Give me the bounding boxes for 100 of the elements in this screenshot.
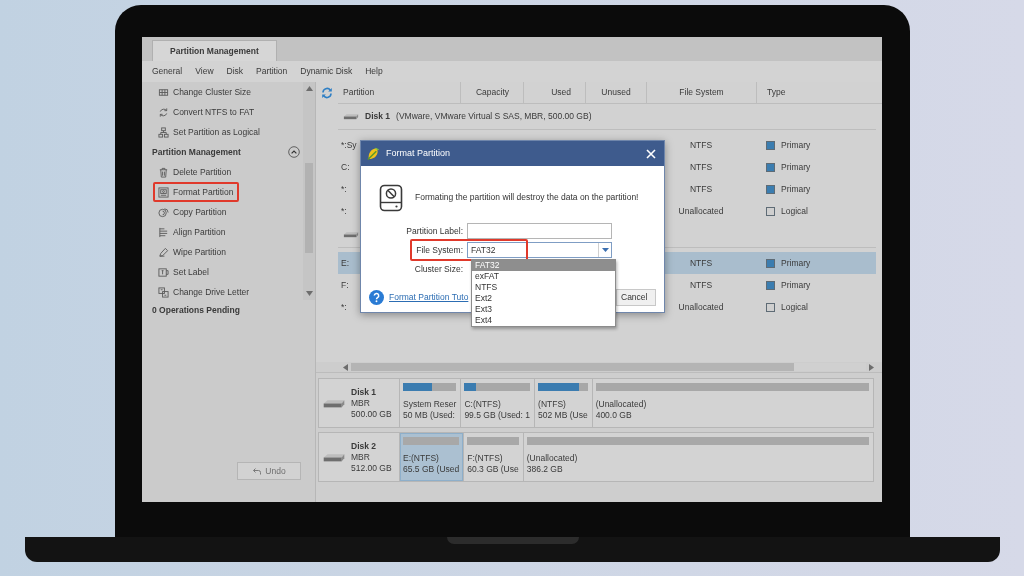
scroll-left-icon <box>343 363 348 371</box>
grid-icon <box>158 86 169 98</box>
file-system-cell: NTFS <box>689 279 713 291</box>
partition-block[interactable]: F:(NTFS) 60.3 GB (Use <box>463 433 523 481</box>
column-header[interactable]: Used <box>523 82 585 103</box>
operations-pending-text: 0 Operations Pending <box>151 303 240 317</box>
menu-item[interactable]: Partition <box>256 66 288 77</box>
column-header[interactable]: Capacity <box>460 82 523 103</box>
file-system-cell: NTFS <box>689 257 713 269</box>
dropdown-option[interactable]: Ext3 <box>472 304 615 315</box>
partition-type: Primary <box>781 183 811 195</box>
partition-type: Primary <box>781 161 811 173</box>
dialog-title: Format Partition <box>386 148 451 159</box>
trash-icon <box>158 166 169 178</box>
scroll-right-icon <box>869 363 874 371</box>
field-label: Partition Label: <box>406 225 463 237</box>
scroll-down-icon <box>305 291 313 296</box>
sidebar-item[interactable]: Format Partition <box>153 182 240 202</box>
cycle-arrows-icon <box>158 106 169 118</box>
partition-label: E:(NTFS) <box>403 453 439 464</box>
partition-label-field[interactable] <box>467 223 612 239</box>
dropdown-option[interactable]: Ext2 <box>472 293 615 304</box>
sidebar-item[interactable]: Change Cluster Size <box>153 82 257 102</box>
close-icon <box>646 148 656 159</box>
overlapping-squares-icon <box>158 286 169 298</box>
cancel-button[interactable]: Cancel <box>616 289 656 306</box>
partition-detail: 386.2 GB <box>526 464 563 475</box>
partition-label: System Reser <box>403 399 457 410</box>
partition-block[interactable]: C:(NTFS) 99.5 GB (Used: 1 <box>460 379 535 427</box>
partition-name: F: <box>341 279 349 291</box>
dropdown-option[interactable]: NTFS <box>472 282 615 293</box>
disk-drive-icon <box>321 398 347 408</box>
menu-item[interactable]: Dynamic Disk <box>300 66 353 77</box>
disk-size: 500.00 GB <box>351 408 392 420</box>
disk-name: Disk 1 <box>351 386 377 398</box>
partition-name: E: <box>341 257 350 269</box>
column-header[interactable]: File System <box>646 82 756 103</box>
disk-scheme: MBR <box>351 397 370 409</box>
sidebar-item[interactable]: Convert NTFS to FAT <box>153 102 261 122</box>
usage-bar <box>403 437 460 445</box>
partition-block[interactable]: (Unallocated) 400.0 GB <box>591 379 873 427</box>
partition-label: F:(NTFS) <box>467 453 503 464</box>
partition-detail: 400.0 GB <box>595 410 632 421</box>
sidebar-item[interactable]: Set Label <box>153 262 215 282</box>
menu-item[interactable]: Disk <box>226 66 244 77</box>
vertical-scrollbar[interactable] <box>303 82 315 300</box>
partition-label: (Unallocated) <box>595 399 647 410</box>
disk-size: 512.00 GB <box>351 462 392 474</box>
partition-detail: 60.3 GB (Use <box>467 464 519 475</box>
partition-type: Primary <box>781 279 811 291</box>
disk-drive-icon <box>321 452 347 462</box>
section-header[interactable]: Partition Management <box>152 143 300 161</box>
partition-type: Primary <box>781 139 811 151</box>
partition-detail: 99.5 GB (Used: 1 <box>464 410 531 421</box>
menu-item[interactable]: General <box>152 66 183 77</box>
disk-name: Disk 1 <box>365 111 391 122</box>
dropdown-option[interactable]: exFAT <box>472 271 615 282</box>
hierarchy-icon <box>158 126 169 138</box>
partition-name: *: <box>341 205 347 217</box>
column-header[interactable]: Partition <box>338 82 460 103</box>
partition-label: C:(NTFS) <box>464 399 501 410</box>
disk-scheme: MBR <box>351 451 370 463</box>
partition-type: Primary <box>781 257 811 269</box>
column-header[interactable]: Type <box>756 82 882 103</box>
disk-name: Disk 2 <box>351 440 377 452</box>
scrollbar-thumb[interactable] <box>351 363 794 371</box>
sidebar-item[interactable]: Delete Partition <box>153 162 238 182</box>
partition-name: C: <box>341 161 350 173</box>
drive-prohibited-icon <box>379 183 403 212</box>
partition-block[interactable]: (NTFS) 502 MB (Use <box>534 379 592 427</box>
usage-bar <box>467 437 519 445</box>
undo-arrow-icon <box>252 467 262 475</box>
leaf-icon <box>366 146 381 161</box>
sidebar-item[interactable]: Change Drive Letter <box>153 282 256 302</box>
lines-icon <box>158 226 169 238</box>
help-link[interactable]: Format Partition Tuto <box>389 292 469 303</box>
file-system-select[interactable]: FAT32 <box>467 242 612 258</box>
partition-name: *:Sy <box>341 139 357 151</box>
disk-drive-icon <box>343 231 359 238</box>
close-button[interactable] <box>645 147 657 160</box>
sidebar-item[interactable]: Wipe Partition <box>153 242 232 262</box>
partition-block[interactable]: System Reser 50 MB (Used: <box>399 379 461 427</box>
menu-item[interactable]: Help <box>365 66 383 77</box>
field-label: Cluster Size: <box>414 263 463 275</box>
file-system-cell: Unallocated <box>678 205 724 217</box>
text-box-icon <box>158 266 169 278</box>
sidebar-item[interactable]: Copy Partition <box>153 202 233 222</box>
partition-name: *: <box>341 183 347 195</box>
tab[interactable]: Partition Management <box>152 40 277 61</box>
file-system-cell: NTFS <box>689 139 713 151</box>
partition-name: *: <box>341 301 347 313</box>
menu-item[interactable]: View <box>195 66 214 77</box>
field-label: File System: <box>416 244 463 256</box>
file-system-cell: NTFS <box>689 161 713 173</box>
sidebar-item[interactable]: Align Partition <box>153 222 232 242</box>
column-header[interactable]: Unused <box>585 82 646 103</box>
dropdown-option[interactable]: Ext4 <box>472 315 615 326</box>
partition-block[interactable]: (Unallocated) 386.2 GB <box>522 433 873 481</box>
sidebar-item[interactable]: Set Partition as Logical <box>153 122 266 142</box>
partition-block[interactable]: E:(NTFS) 65.5 GB (Used <box>399 433 464 481</box>
